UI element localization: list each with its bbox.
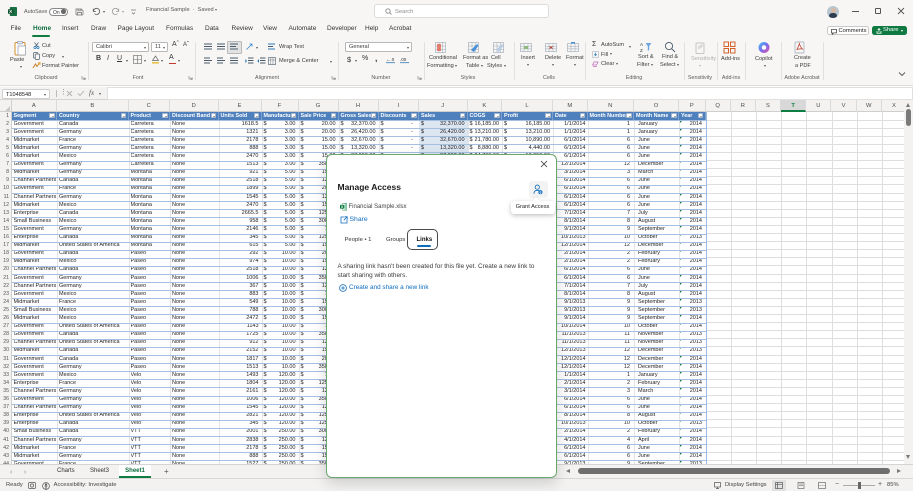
svg-text:.00: .00 — [400, 57, 407, 62]
svg-text:←.0: ←.0 — [386, 57, 395, 62]
svg-text:Z: Z — [640, 48, 643, 53]
svg-text:A: A — [640, 42, 643, 47]
